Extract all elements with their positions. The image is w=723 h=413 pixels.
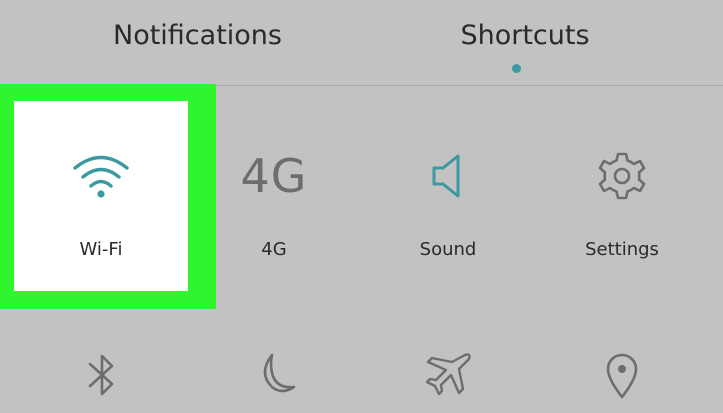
moon-icon[interactable] bbox=[244, 345, 304, 405]
shortcut-label: Settings bbox=[585, 239, 659, 260]
quick-settings-panel: Notifications Shortcuts Wi-Fi 4G 4G Soun… bbox=[0, 0, 723, 413]
tab-notifications[interactable]: Notifications bbox=[95, 20, 300, 60]
shortcut-4g[interactable]: 4G 4G bbox=[187, 101, 361, 291]
shortcut-label: 4G bbox=[261, 239, 287, 260]
gear-icon bbox=[535, 141, 709, 211]
shortcut-label: Wi-Fi bbox=[79, 239, 123, 260]
4g-icon-text: 4G bbox=[240, 149, 308, 203]
4g-icon: 4G bbox=[187, 141, 361, 211]
shortcut-sound[interactable]: Sound bbox=[361, 101, 535, 291]
location-icon[interactable] bbox=[592, 345, 652, 405]
bluetooth-icon[interactable] bbox=[72, 345, 132, 405]
shortcut-settings[interactable]: Settings bbox=[535, 101, 709, 291]
tab-bar: Notifications Shortcuts bbox=[0, 0, 723, 86]
wifi-icon bbox=[14, 141, 188, 211]
speaker-icon bbox=[361, 141, 535, 211]
airplane-icon[interactable] bbox=[418, 345, 478, 405]
shortcut-label: Sound bbox=[419, 239, 477, 260]
shortcut-wifi[interactable]: Wi-Fi bbox=[14, 101, 188, 291]
tab-shortcuts[interactable]: Shortcuts bbox=[440, 20, 610, 60]
tab-selected-indicator bbox=[512, 64, 521, 73]
